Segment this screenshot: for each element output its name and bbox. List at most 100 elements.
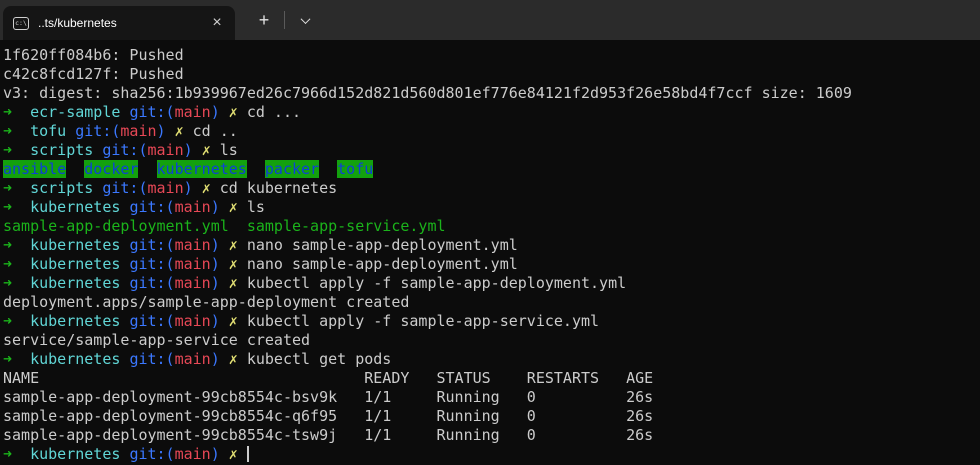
terminal-text-segment: git:( — [129, 274, 175, 292]
terminal-line: sample-app-deployment-99cb8554c-q6f95 1/… — [3, 407, 980, 426]
tab-bar: c:\ ..ts/kubernetes × + — [0, 0, 980, 40]
terminal-line: c42c8fcd127f: Pushed — [3, 65, 980, 84]
terminal-text-segment: ) — [210, 312, 220, 330]
terminal-text-segment: main — [174, 350, 211, 368]
terminal-text-segment: git:( — [129, 198, 175, 216]
terminal-line: ➜ kubernetes git:(main) ✗ ls — [3, 198, 980, 217]
terminal-text-segment: cd kubernetes — [210, 179, 338, 197]
terminal-text-segment: ) — [210, 255, 220, 273]
terminal-text-segment: packer — [264, 160, 320, 178]
tab-dropdown-button[interactable] — [293, 8, 317, 32]
terminal-line: ➜ kubernetes git:(main) ✗ — [3, 445, 980, 464]
terminal-cursor — [246, 446, 249, 462]
terminal-line: sample-app-deployment.yml sample-app-ser… — [3, 217, 980, 236]
terminal-text-segment: ➜ — [3, 198, 13, 216]
terminal-text-segment: ✗ — [228, 350, 238, 368]
command-prompt-icon: c:\ — [13, 16, 29, 30]
terminal-text-segment: ➜ — [3, 274, 13, 292]
terminal-text-segment: git:( — [129, 312, 175, 330]
terminal-text-segment: ➜ — [3, 236, 13, 254]
terminal-text-segment: kubernetes — [30, 312, 121, 330]
terminal-text-segment: ➜ — [3, 350, 13, 368]
tab-bar-divider — [284, 11, 285, 29]
terminal-text-segment: ✗ — [228, 198, 238, 216]
terminal-text-segment: main — [174, 236, 211, 254]
terminal-text-segment: main — [174, 445, 211, 463]
terminal-line: ➜ scripts git:(main) ✗ cd kubernetes — [3, 179, 980, 198]
terminal-text-segment: ) — [183, 179, 193, 197]
terminal-text-segment: ansible — [3, 160, 67, 178]
terminal-line: sample-app-deployment-99cb8554c-bsv9k 1/… — [3, 388, 980, 407]
terminal-text-segment: git:( — [129, 350, 175, 368]
terminal-text-segment: ✗ — [228, 255, 238, 273]
terminal-line: v3: digest: sha256:1b939967ed26c7966d152… — [3, 84, 980, 103]
terminal-text-segment: sample-app-deployment.yml sample-app-ser… — [3, 217, 446, 235]
terminal-text-segment: ➜ — [3, 103, 13, 121]
close-tab-icon[interactable]: × — [207, 13, 227, 33]
terminal-text-segment: git:( — [129, 236, 175, 254]
terminal-text-segment: v3: digest: sha256:1b939967ed26c7966d152… — [3, 84, 852, 102]
terminal-line: ➜ kubernetes git:(main) ✗ nano sample-ap… — [3, 255, 980, 274]
chevron-down-icon — [300, 13, 310, 24]
terminal-text-segment: ✗ — [228, 445, 238, 463]
terminal-text-segment: ) — [210, 445, 220, 463]
terminal-line: ➜ kubernetes git:(main) ✗ kubectl apply … — [3, 274, 980, 293]
terminal-line: ➜ scripts git:(main) ✗ ls — [3, 141, 980, 160]
terminal-text-segment: nano sample-app-deployment.yml — [237, 236, 518, 254]
terminal-text-segment: kubectl apply -f sample-app-service.yml — [237, 312, 600, 330]
terminal-text-segment: ➜ — [3, 312, 13, 330]
terminal-text-segment: ) — [210, 103, 220, 121]
terminal-text-segment: ➜ — [3, 141, 13, 159]
terminal-text-segment: ✗ — [228, 312, 238, 330]
terminal-line: ➜ ecr-sample git:(main) ✗ cd ... — [3, 103, 980, 122]
terminal-text-segment: main — [174, 255, 211, 273]
terminal-text-segment: scripts — [30, 141, 94, 159]
terminal-line: ➜ kubernetes git:(main) ✗ nano sample-ap… — [3, 236, 980, 255]
terminal-text-segment: git:( — [129, 255, 175, 273]
terminal-text-segment: docker — [84, 160, 139, 178]
new-tab-button[interactable]: + — [252, 8, 276, 32]
terminal-text-segment: ✗ — [228, 274, 238, 292]
terminal-text-segment: service/sample-app-service created — [3, 331, 311, 349]
terminal-text-segment: ) — [210, 198, 220, 216]
terminal-text-segment: ✗ — [201, 141, 211, 159]
tab-kubernetes[interactable]: c:\ ..ts/kubernetes × — [3, 6, 235, 40]
terminal-text-segment: main — [147, 179, 184, 197]
terminal-text-segment: ) — [210, 350, 220, 368]
terminal-line: NAME READY STATUS RESTARTS AGE — [3, 369, 980, 388]
terminal-text-segment: ✗ — [174, 122, 184, 140]
terminal-text-segment: ) — [156, 122, 166, 140]
terminal-text-segment: ➜ — [3, 255, 13, 273]
terminal-line: sample-app-deployment-99cb8554c-tsw9j 1/… — [3, 426, 980, 445]
terminal-text-segment: 1f620ff084b6: Pushed — [3, 46, 184, 64]
terminal-text-segment: ➜ — [3, 179, 13, 197]
terminal-text-segment: git:( — [102, 179, 148, 197]
terminal-text-segment: kubernetes — [156, 160, 247, 178]
terminal-text-segment: kubernetes — [30, 198, 121, 216]
terminal-output[interactable]: 1f620ff084b6: Pushed c42c8fcd127f: Pushed… — [0, 40, 980, 464]
terminal-text-segment: git:( — [75, 122, 121, 140]
terminal-line: 1f620ff084b6: Pushed — [3, 46, 980, 65]
terminal-text-segment: kubectl apply -f sample-app-deployment.y… — [237, 274, 627, 292]
terminal-text-segment: ) — [183, 141, 193, 159]
